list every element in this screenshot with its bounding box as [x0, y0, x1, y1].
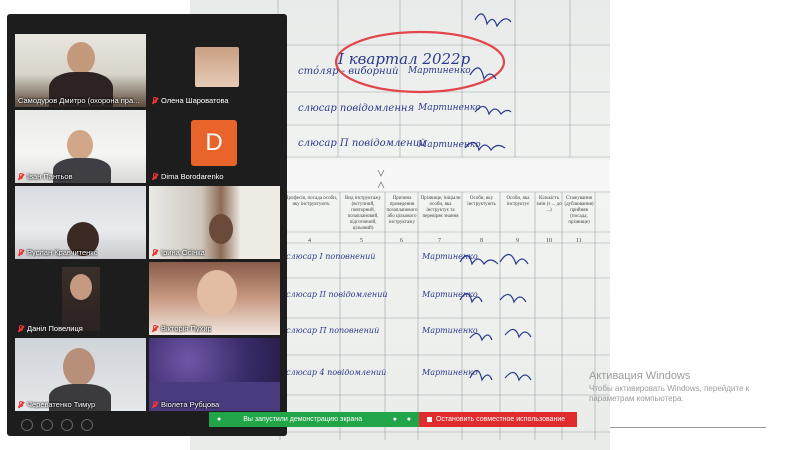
mic-muted-icon — [18, 400, 24, 409]
video-tile-dima[interactable]: D Dima Borodarenko — [149, 110, 280, 183]
column-number: 8 — [480, 238, 483, 244]
mic-muted-icon — [152, 400, 158, 409]
mic-muted-icon — [152, 324, 158, 333]
column-header-shifts: Кількість змін (з ... до ...) — [536, 196, 562, 213]
participant-name: Олена Шароватова — [152, 96, 229, 105]
participant-head — [67, 130, 93, 160]
video-tile-violeta[interactable]: Віолета Рубцова — [149, 338, 280, 411]
share-status-text: Вы запустили демонстрацию экрана — [243, 416, 363, 423]
participant-name: Даніл Повелиця — [18, 324, 83, 333]
column-number: 10 — [546, 238, 552, 244]
column-header-instructed-sign: Особи, яку інструктують — [467, 196, 496, 207]
participant-name: Самодуров Дмитро (охорона пра... — [18, 96, 140, 105]
participant-name: Віолета Рубцова — [152, 400, 219, 409]
signature-name-4: Мартиненко — [422, 252, 478, 261]
mic-muted-icon — [152, 96, 158, 105]
participant-head — [209, 214, 233, 244]
signature-name-5: Мартиненко — [422, 290, 478, 299]
stop-share-button[interactable]: Остановить совместное использование — [419, 412, 577, 427]
signature-name-3: Мартиненко — [418, 140, 481, 150]
watermark-title: Активация Windows — [589, 370, 691, 382]
video-tile-danil[interactable]: Даніл Повелиця — [15, 262, 146, 335]
avatar-letter: D — [191, 120, 237, 166]
column-header-type: Вид інструктажу (вступний, повторний, по… — [344, 196, 382, 231]
column-header-reason: Причина проведення позапланового або ціл… — [386, 196, 418, 225]
column-number: 4 — [308, 238, 311, 244]
column-header-instructor: Прізвище, ініціали особи, яка інструктує… — [420, 196, 461, 219]
divider — [610, 427, 766, 428]
video-tile-ivan[interactable]: Іван Пантьов — [15, 110, 146, 183]
mic-muted-icon — [152, 172, 158, 181]
video-tile-ruslan[interactable]: Руслан Кравчитенко — [15, 186, 146, 259]
signature-name-7: Мартиненко — [422, 368, 478, 377]
participant-head — [67, 42, 95, 74]
video-tile-dmytro[interactable]: Самодуров Дмитро (охорона пра... — [15, 34, 146, 107]
video-tile-viktoria[interactable]: Вікторія Пухир — [149, 262, 280, 335]
column-number: 11 — [576, 238, 582, 244]
participants-video-panel: Самодуров Дмитро (охорона пра... Олена Ш… — [7, 14, 287, 436]
mic-muted-icon — [18, 248, 24, 257]
participant-name: Іван Пантьов — [18, 172, 73, 181]
column-number: 6 — [400, 238, 403, 244]
column-header-internship: Стажування (дублювання) прийняв (посада,… — [564, 196, 594, 225]
video-tile-tymur[interactable]: Череватенко Тимур — [15, 338, 146, 411]
column-number: 9 — [516, 238, 519, 244]
mic-icon[interactable]: ● — [393, 416, 397, 423]
signature-name-6: Мартиненко — [422, 326, 478, 335]
stop-share-label: Остановить совместное использование — [436, 416, 566, 423]
signature-name-1: Мартиненко — [408, 66, 471, 76]
top-row-2: слюсар повідомлення — [298, 103, 415, 114]
participant-name: Ірина Осінка — [152, 248, 205, 257]
participant-name: Руслан Кравчитенко — [18, 248, 98, 257]
toolbar-circle-icon[interactable] — [41, 419, 53, 431]
windows-activation-watermark: Активация Windows Чтобы активировать Win… — [589, 370, 789, 404]
participant-head — [197, 270, 237, 316]
participant-head — [70, 274, 92, 300]
participant-name: Вікторія Пухир — [152, 324, 212, 333]
toolbar-circle-icon[interactable] — [81, 419, 93, 431]
column-header-profession: Професія, посада особи, яку інструктують — [284, 196, 338, 207]
mic-muted-icon — [18, 172, 24, 181]
watermark-text: Чтобы активировать Windows, перейдите к … — [589, 384, 750, 403]
video-tile-olena[interactable]: Олена Шароватова — [149, 34, 280, 107]
bottom-row-2: слюсар ІІ повідомлений — [286, 290, 388, 299]
signature-name-2: Мартиненко — [418, 103, 481, 113]
screen-share-bar: ● Вы запустили демонстрацию экрана ● ● О… — [209, 412, 577, 427]
column-number: 5 — [360, 238, 363, 244]
toolbar-circle-icon[interactable] — [21, 419, 33, 431]
bottom-row-3: слюсар П поповнений — [286, 326, 380, 335]
mic-muted-icon — [152, 248, 158, 257]
mic-muted-icon — [18, 324, 24, 333]
participant-name: Череватенко Тимур — [18, 400, 95, 409]
settings-icon[interactable]: ● — [407, 416, 411, 423]
participant-head — [63, 348, 95, 386]
bottom-row-1: слюсар І поповнений — [286, 252, 376, 261]
share-status-bar[interactable]: ● Вы запустили демонстрацию экрана ● ● — [209, 412, 419, 427]
top-row-3: слюсар П повідомлений — [298, 138, 426, 149]
top-row-1: сто́ляр - виборний — [298, 66, 399, 77]
participant-name: Dima Borodarenko — [152, 172, 224, 181]
bottom-row-4: слюсар 4 повідомлений — [286, 368, 387, 377]
toolbar-circle-icon[interactable] — [61, 419, 73, 431]
share-status-icon: ● — [217, 416, 222, 423]
avatar — [195, 47, 239, 87]
column-header-instructor-sign: Особи, яка інструктує — [506, 196, 530, 207]
panel-toolbar — [21, 419, 93, 431]
video-tile-iryna[interactable]: Ірина Осінка — [149, 186, 280, 259]
column-number: 7 — [438, 238, 441, 244]
stop-icon — [427, 417, 432, 422]
